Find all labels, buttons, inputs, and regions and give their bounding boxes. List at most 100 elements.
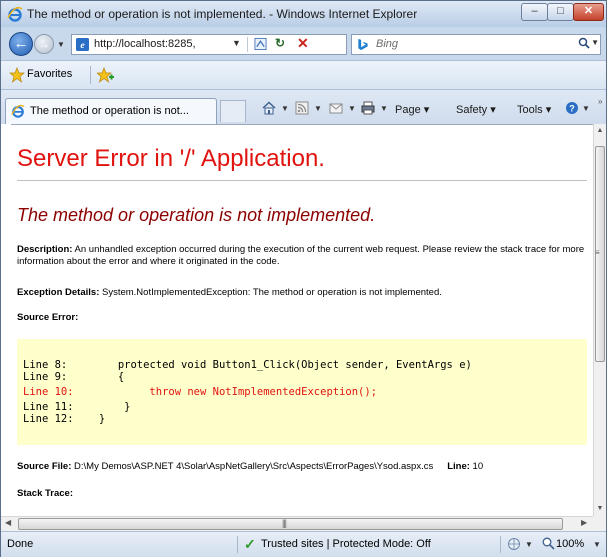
page-menu-label[interactable]: Page: [395, 104, 421, 116]
refresh-icon[interactable]: ↻: [275, 36, 285, 50]
divider: [247, 37, 248, 52]
window-title: The method or operation is not implement…: [27, 7, 418, 21]
source-file-label: Source File:: [17, 461, 72, 472]
title-bar: The method or operation is not implement…: [1, 1, 606, 27]
ie-logo-icon: [7, 6, 23, 22]
page-margin: [1, 124, 11, 516]
zoom-level[interactable]: 100%: [556, 538, 584, 550]
security-zone[interactable]: Trusted sites | Protected Mode: Off: [261, 538, 431, 550]
url-field[interactable]: e http://localhost:8285, ▼ ↻ ✕: [71, 34, 347, 55]
add-to-favorites-bar-icon[interactable]: [97, 67, 115, 83]
forward-button[interactable]: →: [34, 34, 54, 54]
divider: [90, 66, 91, 84]
home-icon[interactable]: [262, 101, 276, 115]
back-button[interactable]: ←: [9, 32, 33, 56]
scroll-down-icon[interactable]: ▼: [594, 502, 606, 516]
line-number: Line 10:: [23, 386, 74, 398]
url-text[interactable]: http://localhost:8285,: [94, 38, 196, 50]
line-value: 10: [469, 461, 484, 472]
favorites-star-icon[interactable]: [9, 67, 25, 83]
favorites-button[interactable]: Favorites: [27, 68, 72, 80]
zoom-dropdown-icon[interactable]: ▼: [593, 540, 601, 549]
stop-icon[interactable]: ✕: [297, 35, 309, 52]
svg-text:e: e: [80, 40, 85, 51]
maximize-button[interactable]: □: [547, 3, 574, 21]
feeds-icon[interactable]: [295, 101, 309, 115]
globe-dropdown-icon[interactable]: ▼: [525, 540, 533, 549]
safety-menu-label[interactable]: Safety: [456, 104, 487, 116]
favorites-bar: Favorites: [1, 60, 606, 89]
source-file-path: D:\My Demos\ASP.NET 4\Solar\AspNetGaller…: [71, 461, 434, 472]
feeds-dropdown-icon[interactable]: ▼: [314, 104, 322, 113]
code-line: Line 12: }: [23, 413, 105, 425]
divider: [500, 536, 501, 553]
home-dropdown-icon[interactable]: ▼: [281, 104, 289, 113]
line-label: Line:: [447, 461, 470, 472]
search-placeholder[interactable]: Bing: [376, 38, 398, 50]
svg-text:?: ?: [569, 104, 575, 114]
code-line: Line 11: }: [23, 401, 130, 413]
exception-details: Exception Details: System.NotImplemented…: [17, 287, 442, 298]
browser-window: The method or operation is not implement…: [0, 0, 607, 557]
stack-trace-label: Stack Trace:: [17, 488, 73, 499]
search-icon[interactable]: [578, 37, 590, 49]
more-commands-icon[interactable]: »: [598, 97, 602, 106]
scroll-grip-icon: ≡: [595, 248, 600, 257]
status-bar: Done ✓ Trusted sites | Protected Mode: O…: [1, 531, 606, 557]
bing-icon: [358, 38, 368, 51]
url-dropdown-icon[interactable]: ▼: [232, 38, 241, 48]
print-icon[interactable]: [361, 101, 375, 115]
description-label: Description:: [17, 244, 73, 255]
line-number: Line 11:: [23, 401, 74, 413]
code-text: protected void Button1_Click(Object send…: [67, 359, 472, 371]
code-text: }: [73, 413, 106, 425]
line-number: Line 12:: [23, 413, 74, 425]
address-bar: ← → ▼ e http://localhost:8285, ▼ ↻ ✕ Bin…: [1, 29, 606, 59]
code-line: Line 8: protected void Button1_Click(Obj…: [23, 359, 472, 371]
error-message: The method or operation is not implement…: [17, 205, 376, 225]
search-field[interactable]: Bing ▼: [351, 34, 601, 55]
safety-menu[interactable]: Safety ▾: [456, 103, 496, 116]
source-error-label: Source Error:: [17, 312, 79, 323]
close-button[interactable]: ✕: [573, 3, 604, 21]
scrollbar-thumb[interactable]: |||: [18, 518, 563, 530]
horizontal-scrollbar[interactable]: ◀ ||| ▶: [1, 516, 593, 531]
help-dropdown-icon[interactable]: ▼: [582, 104, 590, 113]
tab-row: The method or operation is not... ▼ ▼ ▼ …: [1, 89, 606, 124]
help-icon[interactable]: ?: [565, 101, 579, 115]
page-content: Server Error in '/' Application. The met…: [11, 124, 593, 517]
scroll-left-icon[interactable]: ◀: [5, 518, 11, 527]
history-dropdown-icon[interactable]: ▼: [57, 40, 65, 49]
vertical-scrollbar[interactable]: ▲ ≡ ▼: [593, 124, 606, 516]
line-number: Line 9:: [23, 371, 68, 383]
search-dropdown-icon[interactable]: ▼: [591, 38, 599, 47]
scroll-right-icon[interactable]: ▶: [581, 518, 587, 527]
page-icon: e: [76, 38, 89, 51]
page-title: Server Error in '/' Application.: [17, 145, 325, 172]
source-file: Source File: D:\My Demos\ASP.NET 4\Solar…: [17, 461, 483, 472]
tools-menu[interactable]: Tools ▾: [517, 103, 551, 116]
zoom-icon[interactable]: [542, 537, 555, 550]
exception-text: System.NotImplementedException: The meth…: [99, 287, 442, 298]
minimize-button[interactable]: –: [521, 3, 548, 21]
tab-error-page[interactable]: The method or operation is not...: [5, 98, 217, 124]
tools-menu-label[interactable]: Tools: [517, 104, 543, 116]
code-line: Line 9: {: [23, 371, 124, 383]
new-tab-button[interactable]: [220, 100, 246, 122]
code-text: throw new NotImplementedException();: [73, 386, 378, 398]
mail-icon[interactable]: [329, 101, 343, 115]
divider: [237, 536, 238, 553]
code-text: }: [73, 401, 131, 413]
checkmark-icon: ✓: [244, 536, 256, 552]
tab-label[interactable]: The method or operation is not...: [30, 105, 189, 117]
mail-dropdown-icon[interactable]: ▼: [348, 104, 356, 113]
ie-logo-icon: [11, 104, 25, 118]
scroll-up-icon[interactable]: ▲: [594, 124, 606, 138]
globe-icon[interactable]: [507, 537, 521, 551]
page-menu[interactable]: Page ▾: [395, 103, 429, 116]
line-number: Line 8:: [23, 359, 68, 371]
description-text: An unhandled exception occurred during t…: [17, 244, 585, 267]
code-text: {: [67, 371, 125, 383]
compatibility-view-icon[interactable]: [254, 37, 267, 51]
print-dropdown-icon[interactable]: ▼: [380, 104, 388, 113]
